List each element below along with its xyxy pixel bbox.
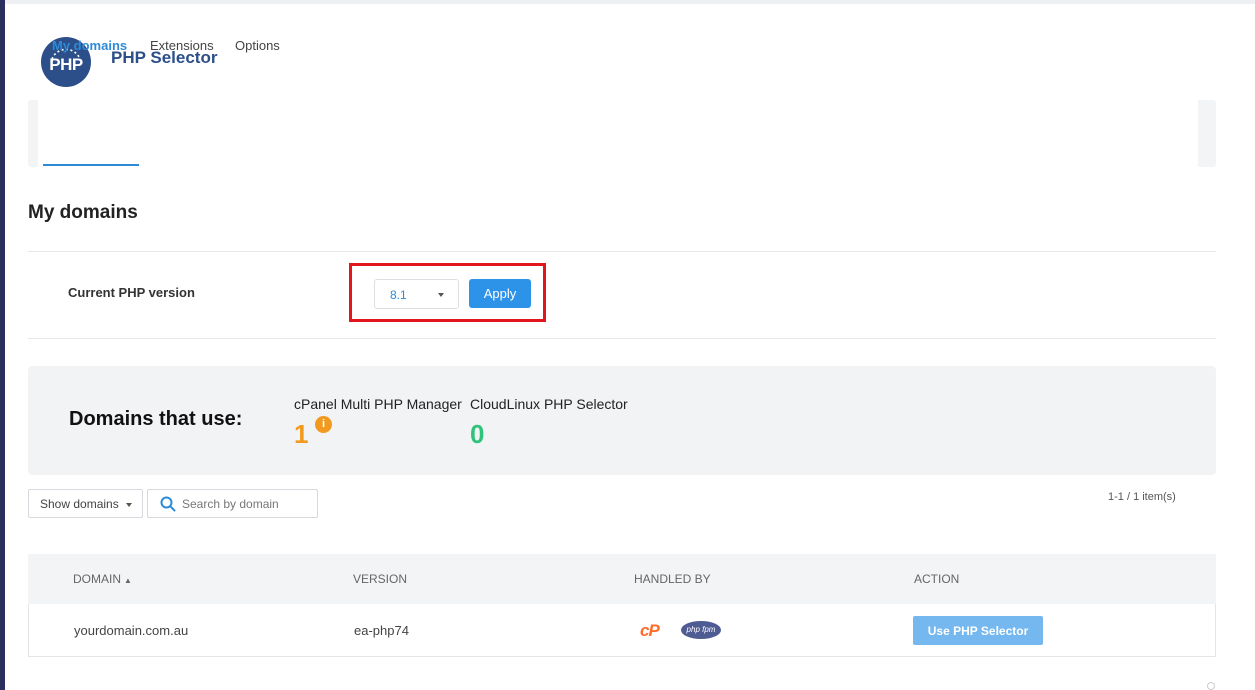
domains-usage-label: Domains that use: xyxy=(69,408,243,430)
divider xyxy=(28,251,1216,252)
cpanel-multi-php-count: 1 xyxy=(294,419,309,449)
cloudlinux-selector-count: 0 xyxy=(470,419,485,449)
show-domains-dropdown[interactable]: Show domains xyxy=(28,489,143,518)
pagination-info: 1-1 / 1 item(s) xyxy=(1108,491,1176,503)
use-php-selector-button[interactable]: Use PHP Selector xyxy=(913,616,1043,645)
scroll-indicator xyxy=(1207,682,1215,690)
row-domain: yourdomain.com.au xyxy=(74,623,189,638)
search-icon xyxy=(160,496,176,512)
php-fpm-logo-icon: php fpm xyxy=(681,621,721,639)
row-version: ea-php74 xyxy=(354,623,409,638)
tab-my-domains[interactable]: My domains xyxy=(52,38,127,53)
caret-down-icon xyxy=(438,293,444,297)
search-field[interactable] xyxy=(147,489,318,518)
window-left-edge xyxy=(0,0,5,690)
caret-down-icon xyxy=(126,503,132,507)
column-header-domain-label: DOMAIN xyxy=(73,572,121,586)
php-logo-text: PHP xyxy=(49,55,83,74)
php-version-value: 8.1 xyxy=(390,288,407,302)
cpanel-logo-icon: cP xyxy=(640,621,660,640)
current-php-version-label: Current PHP version xyxy=(68,285,195,300)
active-tab-indicator xyxy=(43,164,139,166)
divider xyxy=(28,338,1216,339)
tab-options[interactable]: Options xyxy=(235,38,280,53)
search-input[interactable] xyxy=(182,494,312,514)
sort-ascending-icon: ▲ xyxy=(124,576,132,585)
column-header-domain[interactable]: DOMAIN ▲ xyxy=(73,572,132,586)
tabs-container xyxy=(28,100,1216,167)
column-header-action: ACTION xyxy=(914,572,960,586)
column-header-version: VERSION xyxy=(353,572,408,586)
cpanel-multi-php-label: cPanel Multi PHP Manager xyxy=(294,396,462,412)
window-top-edge xyxy=(5,0,1255,4)
section-title: My domains xyxy=(28,202,138,223)
apply-button[interactable]: Apply xyxy=(469,279,531,308)
table-header: DOMAIN ▲ VERSION HANDLED BY ACTION xyxy=(28,554,1216,604)
show-domains-label: Show domains xyxy=(40,497,119,511)
php-version-select[interactable]: 8.1 xyxy=(374,279,459,309)
tab-extensions[interactable]: Extensions xyxy=(150,38,214,53)
domains-usage-panel: Domains that use: cPanel Multi PHP Manag… xyxy=(28,366,1216,475)
table-row: yourdomain.com.au ea-php74 cP php fpm Us… xyxy=(28,604,1216,657)
cloudlinux-selector-label: CloudLinux PHP Selector xyxy=(470,396,628,412)
column-header-handled-by: HANDLED BY xyxy=(634,572,711,586)
tabs-panel xyxy=(38,100,1198,167)
info-icon[interactable]: i xyxy=(315,416,332,433)
